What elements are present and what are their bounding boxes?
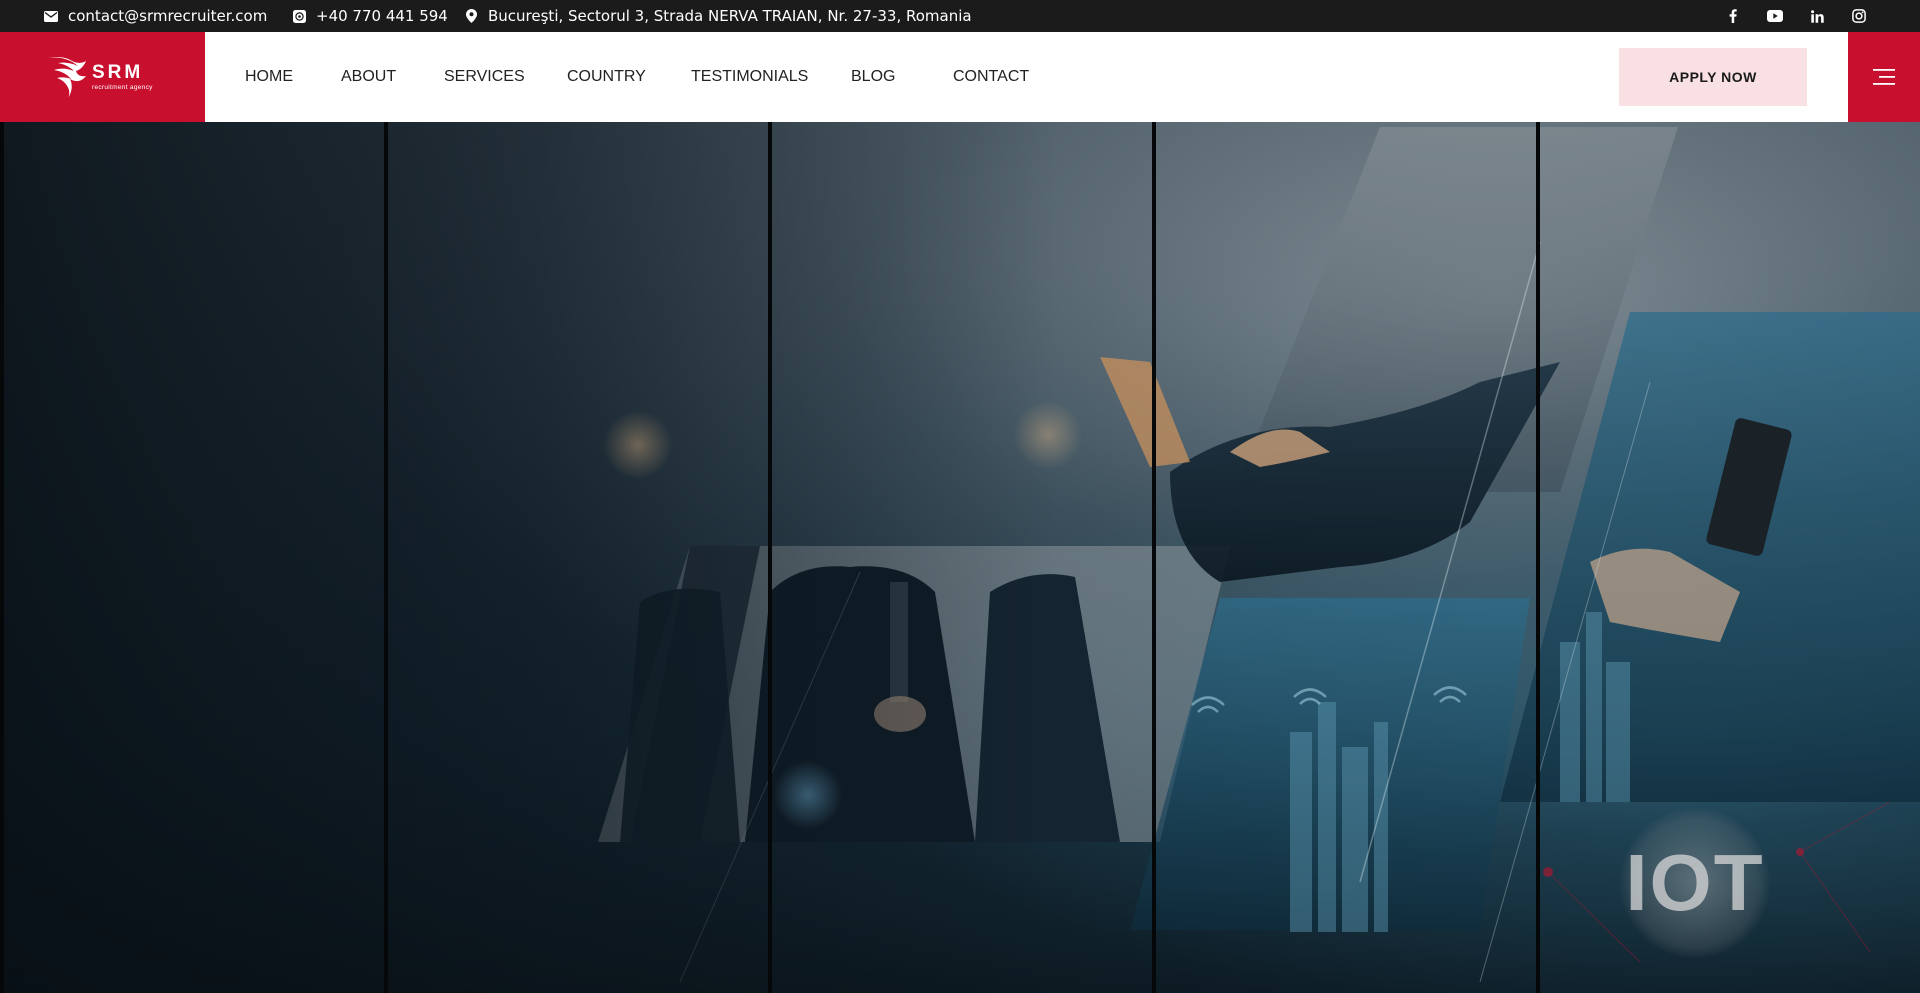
linkedin-icon[interactable] [1806, 0, 1828, 32]
hamburger-menu-icon [1873, 69, 1895, 85]
contact-phone[interactable]: +40 770 441 594 [292, 0, 448, 32]
hero-banner: IOT [0, 122, 1920, 993]
nav-home[interactable]: HOME [245, 32, 293, 122]
contact-address-text: Bucureşti, Sectorul 3, Strada NERVA TRAI… [488, 7, 972, 25]
contact-phone-text: +40 770 441 594 [316, 7, 448, 25]
top-bar: contact@srmrecruiter.com +40 770 441 594… [0, 0, 1920, 32]
envelope-icon [44, 9, 58, 23]
instagram-icon[interactable] [1848, 0, 1870, 32]
nav-about[interactable]: ABOUT [341, 32, 396, 122]
bokeh-light [603, 410, 673, 480]
apply-now-button[interactable]: APPLY NOW [1619, 48, 1807, 106]
slider-divider [1536, 122, 1540, 993]
menu-toggle-button[interactable] [1848, 32, 1920, 122]
slider-divider [0, 122, 4, 993]
logo-tagline: recruitment agency [92, 84, 153, 91]
logo-name: SRM [92, 62, 144, 83]
bokeh-light [773, 760, 843, 830]
nav-services[interactable]: SERVICES [444, 32, 525, 122]
bird-logo-icon [48, 57, 86, 98]
bokeh-light [1013, 400, 1083, 470]
logo[interactable]: SRM recruitment agency [0, 32, 205, 122]
main-header: SRM recruitment agency HOME ABOUT SERVIC… [0, 32, 1920, 122]
contact-email[interactable]: contact@srmrecruiter.com [44, 0, 267, 32]
nav-testimonials[interactable]: TESTIMONIALS [691, 32, 808, 122]
youtube-icon[interactable] [1764, 0, 1786, 32]
facebook-icon[interactable] [1722, 0, 1744, 32]
contact-address: Bucureşti, Sectorul 3, Strada NERVA TRAI… [464, 0, 972, 32]
slider-divider [1152, 122, 1156, 993]
nav-contact[interactable]: CONTACT [953, 32, 1029, 122]
nav-country[interactable]: COUNTRY [567, 32, 646, 122]
iot-badge: IOT [1620, 808, 1770, 958]
whatsapp-icon [292, 9, 306, 23]
nav-blog[interactable]: BLOG [851, 32, 895, 122]
slider-divider [768, 122, 772, 993]
map-pin-icon [464, 9, 478, 23]
contact-email-text: contact@srmrecruiter.com [68, 7, 268, 25]
slider-divider [384, 122, 388, 993]
